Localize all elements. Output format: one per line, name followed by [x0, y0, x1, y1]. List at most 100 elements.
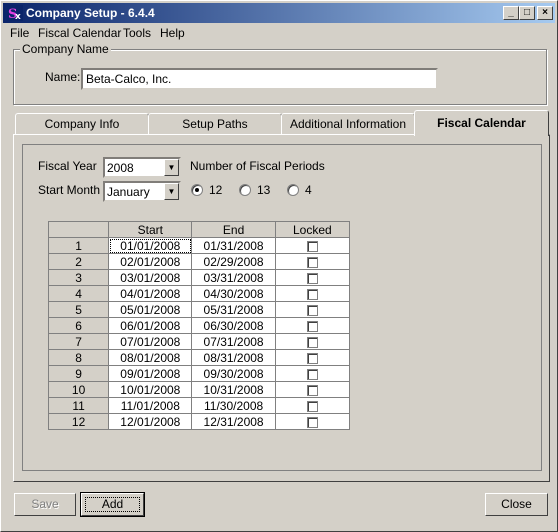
- row-number[interactable]: 7: [47, 333, 110, 350]
- fiscal-year-label: Fiscal Year: [38, 159, 97, 173]
- close-window-button[interactable]: ×: [537, 6, 553, 20]
- row-number[interactable]: 10: [47, 381, 110, 398]
- start-date-cell[interactable]: 10/01/2008: [108, 381, 193, 398]
- table-row[interactable]: 5 05/01/2008 05/31/2008: [47, 301, 351, 318]
- tab-setup-paths[interactable]: Setup Paths: [148, 113, 282, 135]
- locked-cell: [274, 269, 351, 286]
- end-date-cell[interactable]: 02/29/2008: [191, 253, 276, 270]
- table-row[interactable]: 12 12/01/2008 12/31/2008: [47, 413, 351, 430]
- row-number[interactable]: 6: [47, 317, 110, 334]
- table-row[interactable]: 8 08/01/2008 08/31/2008: [47, 349, 351, 366]
- locked-column-header[interactable]: Locked: [274, 221, 351, 238]
- row-number[interactable]: 1: [47, 237, 110, 254]
- start-date-cell[interactable]: 12/01/2008: [108, 413, 193, 430]
- locked-checkbox[interactable]: [306, 240, 318, 252]
- end-date-cell[interactable]: 11/30/2008: [191, 397, 276, 414]
- locked-checkbox[interactable]: [306, 368, 318, 380]
- locked-checkbox[interactable]: [306, 272, 318, 284]
- close-icon: ×: [542, 7, 548, 18]
- company-name-group-title: Company Name: [20, 42, 111, 56]
- row-number[interactable]: 11: [47, 397, 110, 414]
- locked-checkbox[interactable]: [306, 416, 318, 428]
- locked-checkbox[interactable]: [306, 304, 318, 316]
- table-row[interactable]: 1 01/01/2008 01/31/2008: [47, 237, 351, 254]
- table-row[interactable]: 10 10/01/2008 10/31/2008: [47, 381, 351, 398]
- row-number[interactable]: 3: [47, 269, 110, 286]
- start-date-cell[interactable]: 07/01/2008: [108, 333, 193, 350]
- start-month-select[interactable]: January ▼: [103, 181, 181, 202]
- locked-checkbox[interactable]: [306, 288, 318, 300]
- locked-checkbox[interactable]: [306, 400, 318, 412]
- row-number[interactable]: 12: [47, 413, 110, 430]
- row-number[interactable]: 8: [47, 349, 110, 366]
- table-row[interactable]: 3 03/01/2008 03/31/2008: [47, 269, 351, 286]
- fiscal-year-select[interactable]: 2008 ▼: [103, 157, 181, 178]
- table-row[interactable]: 7 07/01/2008 07/31/2008: [47, 333, 351, 350]
- row-number[interactable]: 4: [47, 285, 110, 302]
- end-date-cell[interactable]: 09/30/2008: [191, 365, 276, 382]
- locked-checkbox[interactable]: [306, 320, 318, 332]
- end-date-cell[interactable]: 05/31/2008: [191, 301, 276, 318]
- save-button[interactable]: Save: [14, 493, 76, 516]
- end-date-cell[interactable]: 04/30/2008: [191, 285, 276, 302]
- table-row[interactable]: 4 04/01/2008 04/30/2008: [47, 285, 351, 302]
- start-date-cell[interactable]: 02/01/2008: [108, 253, 193, 270]
- table-row[interactable]: 11 11/01/2008 11/30/2008: [47, 397, 351, 414]
- window-title: Company Setup - 6.4.4: [26, 6, 155, 20]
- start-date-cell[interactable]: 08/01/2008: [108, 349, 193, 366]
- table-row[interactable]: 2 02/01/2008 02/29/2008: [47, 253, 351, 270]
- row-number[interactable]: 9: [47, 365, 110, 382]
- periods-12-label[interactable]: 12: [209, 183, 222, 197]
- end-column-header[interactable]: End: [191, 221, 276, 238]
- periods-13-radio[interactable]: [239, 184, 251, 196]
- end-date-cell[interactable]: 06/30/2008: [191, 317, 276, 334]
- locked-cell: [274, 333, 351, 350]
- start-date-cell[interactable]: 05/01/2008: [108, 301, 193, 318]
- end-date-cell[interactable]: 12/31/2008: [191, 413, 276, 430]
- end-date-cell[interactable]: 01/31/2008: [191, 237, 276, 254]
- start-date-cell[interactable]: 06/01/2008: [108, 317, 193, 334]
- locked-checkbox[interactable]: [306, 352, 318, 364]
- chevron-down-icon[interactable]: ▼: [164, 159, 179, 176]
- company-name-input[interactable]: Beta-Calco, Inc.: [81, 68, 438, 90]
- row-number[interactable]: 2: [47, 253, 110, 270]
- start-date-cell[interactable]: 01/01/2008: [108, 237, 193, 254]
- periods-4-radio[interactable]: [287, 184, 299, 196]
- table-row[interactable]: 9 09/01/2008 09/30/2008: [47, 365, 351, 382]
- end-date-cell[interactable]: 08/31/2008: [191, 349, 276, 366]
- tab-company-info[interactable]: Company Info: [15, 113, 149, 135]
- title-bar[interactable]: S x Company Setup - 6.4.4 _ □ ×: [3, 3, 555, 23]
- fiscal-calendar-panel: Fiscal Year 2008 ▼ Start Month January ▼…: [13, 134, 550, 482]
- end-date-cell[interactable]: 10/31/2008: [191, 381, 276, 398]
- menu-file[interactable]: File: [10, 26, 29, 40]
- menu-fiscal-calendar[interactable]: Fiscal Calendar: [38, 26, 121, 40]
- company-setup-window: S x Company Setup - 6.4.4 _ □ × File Fis…: [0, 0, 558, 532]
- locked-cell: [274, 253, 351, 270]
- periods-4-label[interactable]: 4: [305, 183, 312, 197]
- menu-bar: File Fiscal Calendar Tools Help: [3, 24, 555, 42]
- start-date-cell[interactable]: 04/01/2008: [108, 285, 193, 302]
- close-button[interactable]: Close: [485, 493, 548, 516]
- locked-checkbox[interactable]: [306, 336, 318, 348]
- locked-cell: [274, 397, 351, 414]
- maximize-button[interactable]: □: [519, 6, 535, 20]
- locked-checkbox[interactable]: [306, 256, 318, 268]
- table-row[interactable]: 6 06/01/2008 06/30/2008: [47, 317, 351, 334]
- chevron-down-icon[interactable]: ▼: [164, 183, 179, 200]
- tab-fiscal-calendar[interactable]: Fiscal Calendar: [414, 110, 549, 136]
- minimize-button[interactable]: _: [503, 6, 519, 20]
- end-date-cell[interactable]: 07/31/2008: [191, 333, 276, 350]
- end-date-cell[interactable]: 03/31/2008: [191, 269, 276, 286]
- start-date-cell[interactable]: 11/01/2008: [108, 397, 193, 414]
- periods-13-label[interactable]: 13: [257, 183, 270, 197]
- start-column-header[interactable]: Start: [108, 221, 193, 238]
- locked-checkbox[interactable]: [306, 384, 318, 396]
- row-number[interactable]: 5: [47, 301, 110, 318]
- tab-additional-information[interactable]: Additional Information: [281, 113, 415, 135]
- menu-help[interactable]: Help: [160, 26, 185, 40]
- add-button[interactable]: Add: [80, 492, 145, 517]
- periods-12-radio[interactable]: [191, 184, 203, 196]
- menu-tools[interactable]: Tools: [123, 26, 151, 40]
- start-date-cell[interactable]: 09/01/2008: [108, 365, 193, 382]
- start-date-cell[interactable]: 03/01/2008: [108, 269, 193, 286]
